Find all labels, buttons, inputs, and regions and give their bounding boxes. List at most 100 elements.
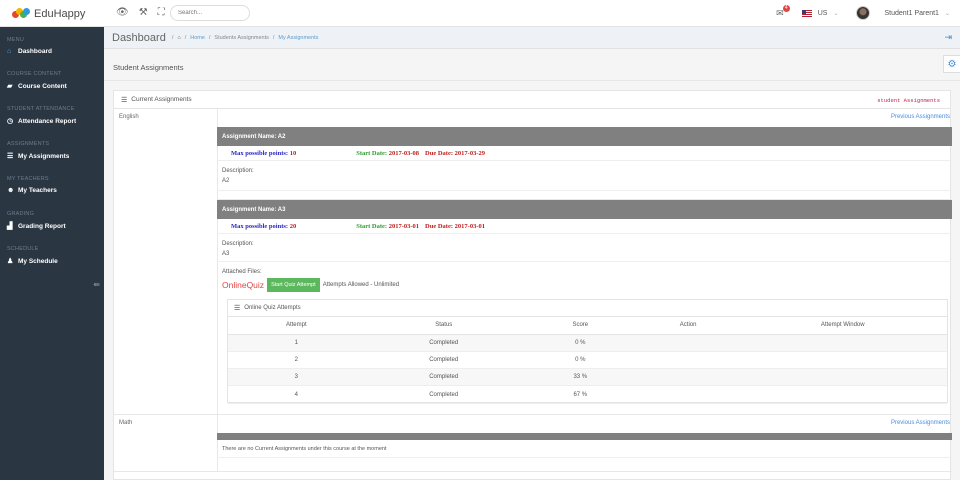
users-icon: ☻ bbox=[7, 187, 15, 194]
due-date-value: 2017-03-29 bbox=[454, 149, 485, 157]
code-label: student Assignments bbox=[877, 97, 940, 104]
description-label: Description: bbox=[222, 241, 254, 247]
breadcrumb: Dashboard / ⌂ / Home / Students Assignme… bbox=[104, 27, 960, 49]
column-header: Attempt Window bbox=[738, 317, 947, 335]
sidebar-item-grading-report[interactable]: ▟ Grading Report bbox=[0, 222, 104, 231]
previous-assignments-link[interactable]: Previous Assignments bbox=[891, 420, 950, 426]
column-header: Score bbox=[522, 317, 638, 335]
action-cell bbox=[637, 351, 739, 370]
table-row: 3 Completed 33 % bbox=[228, 368, 947, 387]
sidebar-section-assignments: ASSIGNMENTS bbox=[7, 141, 50, 147]
quiz-attempts-panel: ☰ Online Quiz Attempts Attempt Status Sc… bbox=[227, 299, 948, 404]
status-cell: Completed bbox=[364, 334, 523, 352]
user-menu-chevron-icon[interactable]: ⌄ bbox=[945, 10, 950, 17]
start-date-value: 2017-03-08 bbox=[388, 149, 420, 157]
quiz-attempts-title: Online Quiz Attempts bbox=[244, 305, 301, 311]
due-date-label: Due Date: bbox=[425, 222, 454, 230]
due-date-value: 2017-03-01 bbox=[454, 222, 485, 230]
quiz-attempts-table: Attempt Status Score Action Attempt Wind… bbox=[228, 317, 947, 404]
mail-icon[interactable]: ✉ 4 bbox=[776, 4, 790, 19]
column-header: Attempt bbox=[228, 317, 365, 335]
chevron-down-icon[interactable]: ⌄ bbox=[833, 10, 838, 17]
table-row: 4 Completed 67 % bbox=[228, 385, 947, 404]
status-cell: Completed bbox=[364, 368, 523, 387]
avatar[interactable] bbox=[856, 6, 871, 20]
sidebar-item-label: My Teachers bbox=[18, 187, 57, 194]
book-icon: ▰ bbox=[7, 83, 13, 90]
attached-files-label: Attached Files: bbox=[222, 269, 262, 275]
sidebar-toggle-icon[interactable]: ⇚ bbox=[93, 280, 100, 289]
fullscreen-icon[interactable]: ⛶ bbox=[158, 7, 165, 18]
previous-assignments-link[interactable]: Previous Assignments bbox=[891, 114, 950, 120]
attempt-cell: 2 bbox=[228, 351, 365, 370]
action-cell bbox=[637, 385, 739, 404]
main-content: Dashboard / ⌂ / Home / Students Assignme… bbox=[104, 27, 960, 480]
search-input[interactable] bbox=[170, 5, 250, 21]
breadcrumb-separator: / bbox=[184, 34, 187, 41]
assignment-header: Assignment Name: A2 bbox=[217, 127, 952, 146]
magic-wand-icon[interactable]: ⚒ bbox=[139, 7, 148, 18]
start-date-label: Start Date: bbox=[356, 222, 388, 230]
table-row: 1 Completed 0 % bbox=[228, 334, 947, 352]
course-row-english: English Previous Assignments Assignment … bbox=[114, 109, 952, 415]
description-value: A3 bbox=[222, 251, 230, 257]
sidebar-item-my-assignments[interactable]: ☰ My Assignments bbox=[0, 152, 104, 161]
sidebar-section-course-content: COURSE CONTENT bbox=[7, 71, 62, 77]
max-points-label: Max possible points: bbox=[231, 149, 289, 157]
attempt-cell: 4 bbox=[228, 385, 365, 404]
column-header: Action bbox=[637, 317, 739, 335]
language-label[interactable]: US bbox=[818, 10, 828, 17]
breadcrumb-separator: / bbox=[171, 34, 174, 41]
eye-icon[interactable]: 👁 bbox=[116, 7, 129, 18]
no-assignments-block: There are no Current Assignments under t… bbox=[217, 433, 952, 458]
logout-icon[interactable]: ⇥ bbox=[944, 32, 952, 43]
start-quiz-button[interactable]: Start Quiz Attempt bbox=[267, 278, 320, 292]
sidebar-item-label: My Assignments bbox=[18, 152, 70, 160]
status-cell: Completed bbox=[364, 385, 523, 404]
description-value: A2 bbox=[222, 178, 230, 184]
window-cell bbox=[738, 351, 947, 370]
clock-icon: ◷ bbox=[7, 118, 14, 125]
column-header: Status bbox=[364, 317, 523, 335]
breadcrumb-students-assignments[interactable]: Students Assignments bbox=[214, 35, 268, 41]
us-flag-icon[interactable] bbox=[801, 9, 812, 17]
breadcrumb-my-assignments[interactable]: My Assignments bbox=[278, 35, 318, 41]
sidebar-item-course-content[interactable]: ▰ Course Content bbox=[0, 82, 104, 91]
score-cell: 0 % bbox=[522, 334, 638, 352]
quiz-link[interactable]: OnlineQuiz bbox=[222, 280, 264, 290]
user-name[interactable]: Student1 Parent1 bbox=[884, 10, 939, 17]
breadcrumb-separator: / bbox=[208, 34, 211, 41]
max-points-value: 20 bbox=[289, 222, 297, 230]
current-assignments-panel: ☰ Current Assignments student Assignment… bbox=[113, 90, 952, 480]
gear-icon[interactable]: ⚙ bbox=[943, 55, 960, 73]
breadcrumb-home[interactable]: Home bbox=[190, 35, 205, 41]
assignment-meta: Max possible points: 20 Start Date: 2017… bbox=[217, 219, 952, 234]
page-title: Dashboard bbox=[112, 31, 166, 44]
course-name: English bbox=[119, 114, 139, 120]
sidebar-item-my-schedule[interactable]: ♟ My Schedule bbox=[0, 257, 104, 266]
start-date-label: Start Date: bbox=[356, 149, 388, 157]
window-cell bbox=[738, 334, 947, 352]
list-icon: ☰ bbox=[234, 305, 241, 312]
sidebar-item-dashboard[interactable]: ⌂ Dashboard bbox=[0, 48, 104, 55]
max-points-label: Max possible points: bbox=[231, 222, 289, 230]
status-cell: Completed bbox=[364, 351, 523, 370]
sidebar-item-attendance-report[interactable]: ◷ Attendance Report bbox=[0, 117, 104, 126]
sidebar-item-label: My Schedule bbox=[18, 257, 58, 265]
attempts-allowed: Attempts Allowed - Unlimited bbox=[322, 282, 400, 288]
score-cell: 33 % bbox=[522, 368, 638, 387]
sidebar-item-my-teachers[interactable]: ☻ My Teachers bbox=[0, 187, 104, 194]
app-logo[interactable]: EduHappy bbox=[0, 0, 104, 27]
assignment-meta: Max possible points: 10 Start Date: 2017… bbox=[217, 146, 952, 161]
assignment-header-bar bbox=[217, 433, 952, 440]
attached-files: Attached Files: OnlineQuiz Start Quiz At… bbox=[217, 262, 952, 292]
assignment-description: Description: A3 bbox=[217, 234, 952, 262]
panel-title: Current Assignments bbox=[131, 96, 192, 103]
list-icon: ☰ bbox=[121, 96, 128, 104]
window-cell bbox=[738, 368, 947, 387]
sidebar-item-label: Attendance Report bbox=[18, 117, 77, 125]
start-date-value: 2017-03-01 bbox=[388, 222, 420, 230]
assignment-description: Description: A2 bbox=[217, 161, 952, 191]
home-icon[interactable]: ⌂ bbox=[177, 35, 180, 41]
course-name: Math bbox=[119, 420, 133, 426]
